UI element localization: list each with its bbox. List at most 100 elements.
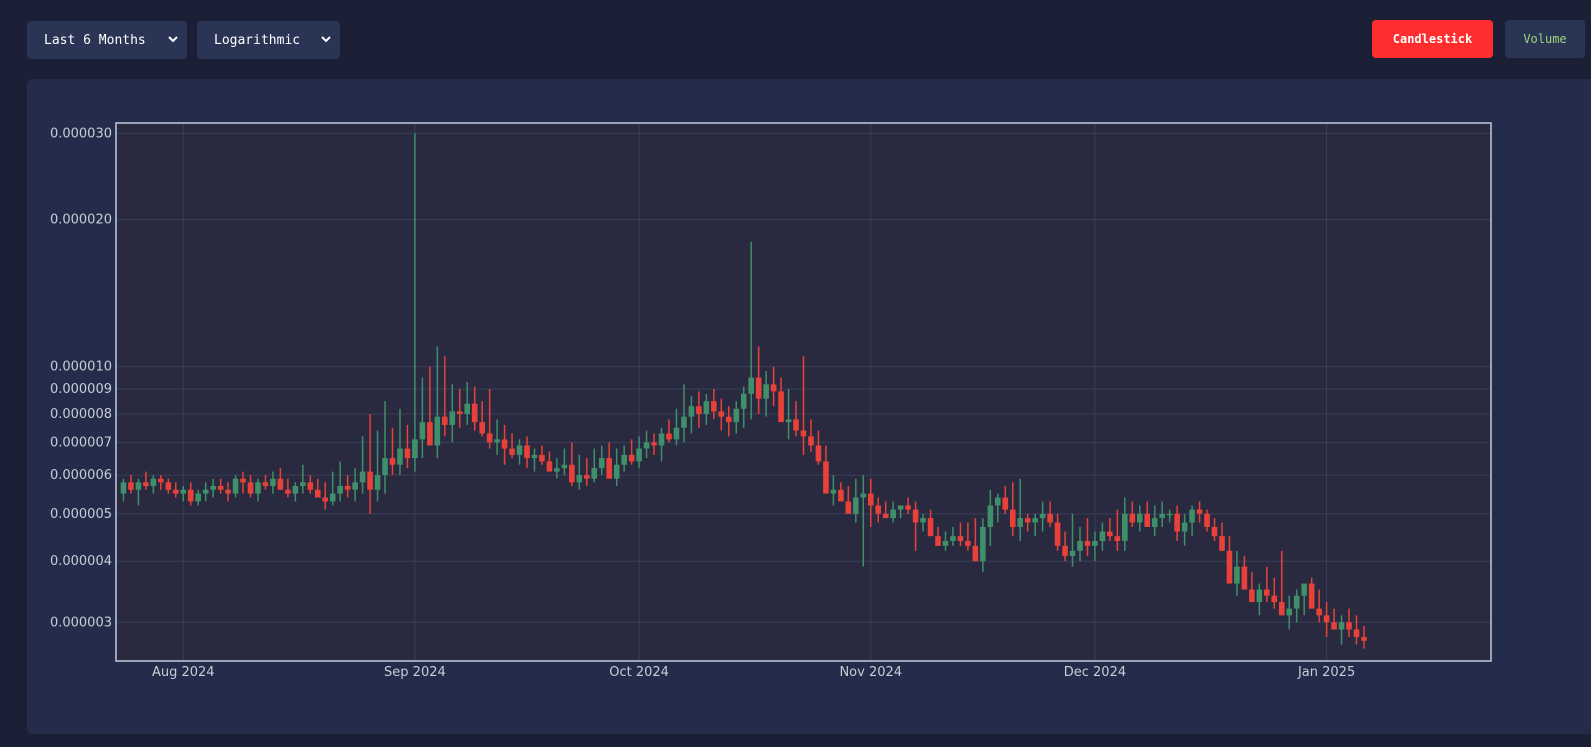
candle-body-up	[598, 458, 605, 469]
candle-body-down	[344, 485, 351, 490]
y-tick-label: 0.000005	[50, 507, 112, 522]
scale-select[interactable]: Logarithmic	[197, 21, 340, 59]
candle-body-down	[1249, 589, 1255, 603]
candle-body-up	[374, 475, 381, 490]
candle-body-up	[1099, 531, 1106, 541]
candle-body-up	[740, 393, 747, 409]
candle-body-up	[337, 485, 343, 494]
candle-body-down	[583, 475, 590, 479]
chevron-down-icon	[168, 36, 178, 43]
candle-body-up	[202, 489, 209, 494]
candle-body-down	[755, 377, 762, 399]
candle-body-up	[994, 497, 1001, 506]
volume-button[interactable]: Volume	[1505, 20, 1585, 58]
candle-body-up	[643, 442, 650, 449]
candle-body-down	[972, 545, 979, 562]
candle-body-down	[1278, 602, 1285, 616]
candle-body-up	[591, 468, 598, 479]
candle-body-up	[980, 526, 986, 562]
candle-body-down	[158, 478, 164, 483]
candle-body-down	[240, 478, 246, 483]
candle-body-up	[860, 493, 867, 498]
candle-body-down	[1353, 629, 1360, 637]
candle-body-up	[1234, 566, 1240, 584]
candle-body-up	[382, 458, 388, 476]
candle-body-up	[554, 468, 560, 472]
candle-body-down	[277, 478, 284, 490]
candle-body-up	[255, 482, 261, 494]
candle-body-up	[1136, 513, 1143, 523]
chart-panel: 0.000003 0.000004 0.000005 0.000006 0.000007…	[27, 79, 1591, 734]
candle-body-up	[1166, 513, 1173, 516]
candle-body-up	[1069, 550, 1076, 556]
candle-body-down	[1346, 622, 1352, 630]
candle-body-down	[442, 416, 448, 425]
candle-body-up	[419, 422, 426, 440]
candle-body-down	[1323, 615, 1330, 623]
candle-body-down	[569, 464, 575, 483]
candle-body-up	[688, 406, 695, 417]
candle-body-down	[845, 501, 852, 514]
y-tick-label: 0.000004	[50, 554, 112, 569]
candle-body-down	[1047, 513, 1053, 523]
candle-body-down	[927, 518, 934, 537]
candle-body-up	[1159, 513, 1165, 519]
candle-body-down	[711, 401, 717, 412]
candle-body-down	[427, 422, 433, 446]
candle-body-down	[1204, 513, 1210, 527]
candle-body-up	[1286, 608, 1293, 616]
candle-body-down	[1308, 583, 1315, 609]
candle-body-down	[800, 430, 807, 437]
candle-body-down	[1054, 522, 1061, 546]
candle-body-down	[1271, 595, 1278, 603]
candle-body-up	[576, 475, 583, 483]
candle-body-down	[666, 433, 672, 440]
candle-body-down	[628, 454, 635, 462]
candle-body-up	[658, 433, 665, 446]
candle-body-down	[808, 436, 814, 446]
range-select[interactable]: Last 6 Months	[27, 21, 187, 59]
candle-body-up	[352, 482, 358, 490]
y-tick-label: 0.000006	[50, 468, 112, 483]
y-tick-label: 0.000010	[50, 360, 112, 375]
candle-body-down	[957, 536, 964, 541]
candle-body-down	[262, 482, 269, 486]
candle-body-up	[1122, 513, 1128, 541]
candle-body-down	[793, 419, 799, 431]
candle-body-up	[300, 482, 306, 486]
candle-body-up	[785, 419, 792, 423]
candle-body-down	[501, 439, 508, 449]
candle-body-up	[270, 478, 276, 486]
candle-body-up	[412, 439, 418, 459]
candle-body-up	[359, 471, 366, 483]
candle-body-up	[613, 464, 620, 479]
y-tick-label: 0.000020	[50, 212, 112, 227]
candle-body-down	[165, 482, 172, 490]
candle-body-up	[636, 448, 642, 462]
candle-body-down	[524, 445, 530, 459]
candle-body-up	[464, 403, 471, 415]
range-select-value: Last 6 Months	[44, 32, 146, 48]
candle-body-up	[195, 493, 202, 502]
candle-body-down	[867, 493, 874, 506]
candle-body-up	[920, 518, 926, 523]
candlestick-button[interactable]: Candlestick	[1372, 20, 1493, 58]
candle-body-down	[546, 461, 553, 472]
candle-body-down	[1241, 566, 1248, 590]
candle-body-up	[1039, 513, 1046, 519]
x-tick-label: Aug 2024	[152, 665, 215, 680]
candle-body-down	[1361, 636, 1367, 641]
scale-select-value: Logarithmic	[214, 32, 301, 48]
candle-body-down	[1264, 589, 1270, 596]
candle-body-up	[1256, 589, 1263, 603]
candlestick-chart[interactable]: 0.000003 0.000004 0.000005 0.000006 0.000007…	[27, 79, 1591, 734]
candle-body-down	[367, 471, 373, 490]
y-tick-label: 0.000030	[50, 126, 112, 141]
candle-body-up	[120, 482, 127, 494]
candle-body-down	[823, 461, 829, 494]
candle-body-down	[1107, 531, 1113, 537]
candle-body-down	[912, 509, 919, 523]
candle-body-up	[681, 416, 687, 428]
candle-body-down	[1024, 518, 1031, 523]
candle-body-down	[1062, 545, 1068, 556]
